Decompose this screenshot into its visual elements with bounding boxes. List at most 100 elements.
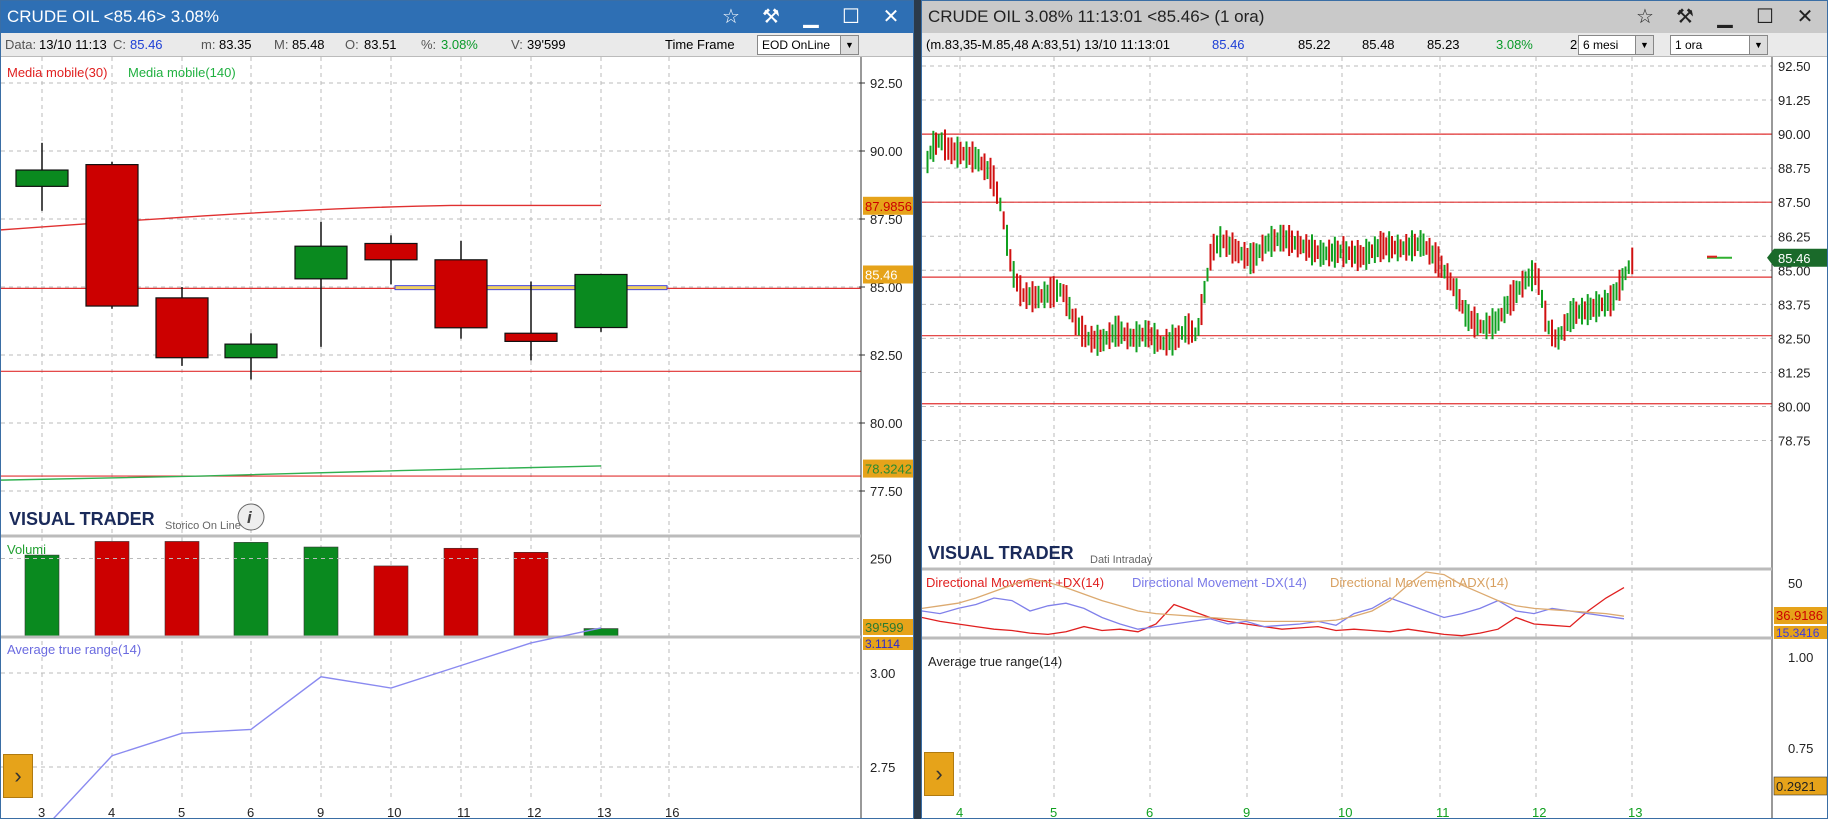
- dm-minus-label: Directional Movement -DX(14): [1132, 575, 1307, 590]
- min-label: m:: [201, 37, 216, 52]
- x-axis-label: 13: [597, 805, 611, 819]
- price-tag-ma30: 87.9856: [865, 199, 912, 214]
- candle-body: [294, 245, 348, 280]
- interval-select[interactable]: 1 ora ▼: [1670, 35, 1768, 55]
- price-axis-label: 80.00: [870, 416, 903, 431]
- dm-axis-label: 50: [1788, 576, 1802, 591]
- info-value-1: 85.22: [1298, 37, 1331, 52]
- right-chart-area[interactable]: 92.5091.2590.0088.7587.5086.2585.0083.75…: [922, 57, 1828, 819]
- x-axis-label: 12: [527, 805, 541, 819]
- atr-axis-label: 2.75: [870, 760, 895, 775]
- data-value: 13/10 11:13: [39, 37, 107, 52]
- price-axis-label: 82.50: [870, 348, 903, 363]
- legend-ma140: Media mobile(140): [128, 65, 236, 80]
- left-window-title: CRUDE OIL <85.46> 3.08%: [7, 7, 219, 26]
- volume-label: V:: [511, 37, 523, 52]
- right-title-bar[interactable]: CRUDE OIL 3.08% 11:13:01 <85.46> (1 ora)…: [922, 1, 1827, 33]
- candle-body: [85, 163, 139, 307]
- right-info-bar: (m.83,35-M.85,48 A:83,51) 13/10 11:13:01…: [922, 33, 1827, 57]
- price-axis-label: 87.50: [1778, 195, 1811, 210]
- x-axis-label: 4: [956, 805, 963, 819]
- volume-bar: [303, 546, 339, 637]
- period-select[interactable]: 6 mesi ▼: [1578, 35, 1654, 55]
- x-axis-label: 9: [317, 805, 324, 819]
- close-value: 85.46: [130, 37, 163, 52]
- volume-axis-label: 250: [870, 552, 892, 567]
- period-select-value: 6 mesi: [1583, 38, 1619, 52]
- volume-bar: [164, 541, 200, 637]
- price-tag-ma140: 78.3242: [865, 462, 912, 477]
- atr-tag: 0.2921: [1776, 779, 1816, 794]
- candle-body: [155, 297, 209, 359]
- dm-plus-label: Directional Movement +DX(14): [926, 575, 1104, 590]
- max-label: M:: [274, 37, 289, 52]
- x-axis-label: 11: [1436, 805, 1450, 819]
- chevron-down-icon[interactable]: ▼: [1635, 36, 1653, 54]
- close-icon[interactable]: ✕: [875, 3, 907, 31]
- brand-subtitle: Storico On Line: [165, 520, 241, 532]
- open-label: O:: [345, 37, 359, 52]
- volume-bar: [513, 551, 549, 637]
- timeframe-label: Time Frame: [665, 37, 735, 52]
- hammer-icon[interactable]: ⚒: [1669, 3, 1701, 31]
- atr-panel-label: Average true range(14): [7, 642, 141, 657]
- volume-bar: [94, 541, 130, 637]
- x-axis-label: 5: [178, 805, 185, 819]
- minimize-icon[interactable]: ▁: [1709, 3, 1741, 31]
- price-axis-label: 78.75: [1778, 434, 1811, 449]
- min-value: 83.35: [219, 37, 252, 52]
- info-pct: 3.08%: [1496, 37, 1533, 52]
- volume-bar: [373, 565, 409, 637]
- x-axis-label: 6: [1146, 805, 1153, 819]
- price-axis-label: 91.25: [1778, 93, 1811, 108]
- left-chart-area[interactable]: 92.5090.0087.5085.0082.5080.0077.5087.98…: [1, 57, 914, 819]
- pct-label: %:: [421, 37, 437, 52]
- price-axis-label: 81.25: [1778, 365, 1811, 380]
- volume-bar: [583, 628, 619, 637]
- x-axis-label: 16: [665, 805, 679, 819]
- nav-expand-button-left[interactable]: ›: [3, 754, 33, 798]
- close-icon[interactable]: ✕: [1789, 3, 1821, 31]
- x-axis-label: 13: [1628, 805, 1642, 819]
- volume-bar: [233, 542, 269, 637]
- volume-value: 39'599: [527, 37, 566, 52]
- left-info-bar: Data: 13/10 11:13 C: 85.46 m: 83.35 M: 8…: [1, 33, 913, 57]
- atr-axis-label: 1.00: [1788, 650, 1813, 665]
- max-value: 85.48: [292, 37, 325, 52]
- star-icon[interactable]: ☆: [715, 3, 747, 31]
- price-axis-label: 92.50: [1778, 59, 1811, 74]
- candle-body: [364, 242, 418, 261]
- volume-tag: 39'599: [865, 620, 904, 635]
- minimize-icon[interactable]: ▁: [795, 3, 827, 31]
- range-text: (m.83,35-M.85,48 A:83,51) 13/10 11:13:01: [926, 37, 1171, 52]
- info-value-3: 85.23: [1427, 37, 1460, 52]
- nav-expand-button-right[interactable]: ›: [924, 752, 954, 796]
- brand-logo: VISUAL TRADER: [928, 543, 1074, 563]
- volume-panel-label: Volumi: [7, 542, 46, 557]
- candle-body: [504, 332, 558, 342]
- brand-logo: VISUAL TRADER: [9, 509, 155, 529]
- maximize-icon[interactable]: ☐: [1749, 3, 1781, 31]
- candle-body: [15, 169, 69, 187]
- candle-body: [574, 273, 628, 329]
- x-axis-label: 10: [1338, 805, 1352, 819]
- volume-bar: [443, 547, 479, 637]
- last-price: 85.46: [1212, 37, 1245, 52]
- chevron-down-icon[interactable]: ▼: [1749, 36, 1767, 54]
- star-icon[interactable]: ☆: [1629, 3, 1661, 31]
- price-axis-label: 90.00: [870, 144, 903, 159]
- chevron-down-icon[interactable]: ▼: [840, 36, 858, 54]
- x-axis-label: 5: [1050, 805, 1057, 819]
- hammer-icon[interactable]: ⚒: [755, 3, 787, 31]
- price-tag-last: 85.46: [865, 267, 898, 282]
- left-chart-window: CRUDE OIL <85.46> 3.08% ☆ ⚒ ▁ ☐ ✕ Data: …: [0, 0, 914, 819]
- price-axis-label: 88.75: [1778, 161, 1811, 176]
- dm-minus-tag: 15.3416: [1776, 626, 1820, 640]
- timeframe-select[interactable]: EOD OnLine ▼: [757, 35, 859, 55]
- atr-panel-label: Average true range(14): [928, 654, 1062, 669]
- maximize-icon[interactable]: ☐: [835, 3, 867, 31]
- left-title-bar[interactable]: CRUDE OIL <85.46> 3.08% ☆ ⚒ ▁ ☐ ✕: [1, 1, 913, 33]
- dm-plus-tag: 36.9186: [1776, 608, 1823, 623]
- price-axis-label: 80.00: [1778, 400, 1811, 415]
- price-axis-label: 90.00: [1778, 127, 1811, 142]
